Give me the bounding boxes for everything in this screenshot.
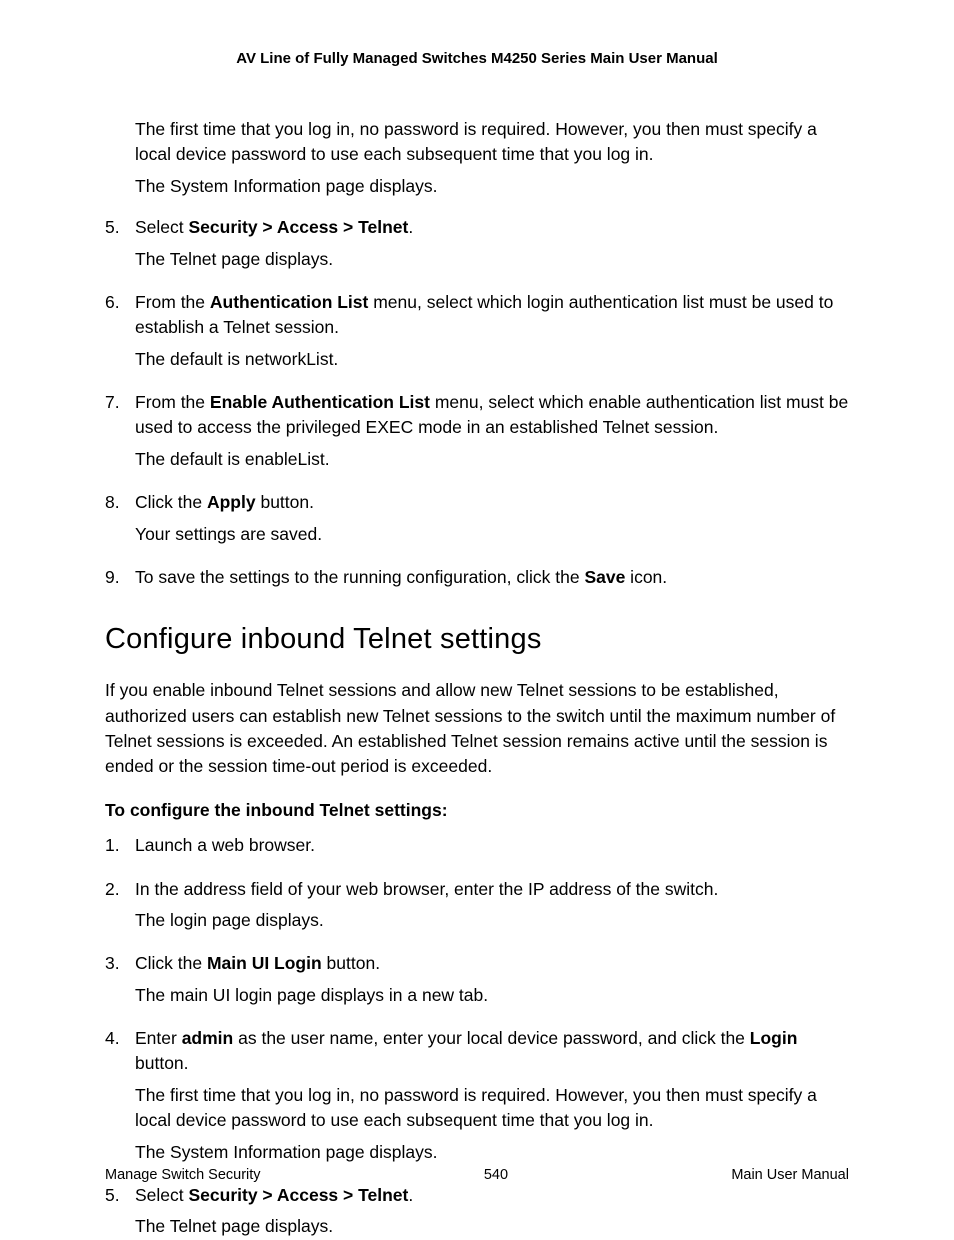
step-text: The default is networkList. bbox=[135, 347, 849, 372]
step-item: 8. Click the Apply button. Your settings a… bbox=[105, 490, 849, 547]
step-number: 5. bbox=[105, 1183, 120, 1208]
bold-text: Login bbox=[750, 1028, 798, 1048]
step-item: 3. Click the Main UI Login button. The mai… bbox=[105, 951, 849, 1008]
step-text: The first time that you log in, no passw… bbox=[135, 1083, 849, 1134]
step-text: Enter admin as the user name, enter your… bbox=[135, 1026, 849, 1077]
bold-text: Main UI Login bbox=[207, 953, 322, 973]
step-text: Click the Apply button. bbox=[135, 490, 849, 515]
bold-text: Enable Authentication List bbox=[210, 392, 430, 412]
step-number: 1. bbox=[105, 833, 120, 858]
intro-paragraph-2: The System Information page displays. bbox=[135, 174, 849, 199]
footer-right: Main User Manual bbox=[731, 1167, 849, 1183]
bold-text: Security > Access > Telnet bbox=[189, 217, 409, 237]
step-item: 7. From the Enable Authentication List me… bbox=[105, 390, 849, 472]
document-page: AV Line of Fully Managed Switches M4250 … bbox=[0, 0, 954, 1235]
top-steps-list: 5. Select Security > Access > Telnet. The … bbox=[105, 215, 849, 590]
page-header-title: AV Line of Fully Managed Switches M4250 … bbox=[105, 50, 849, 67]
body-content: The first time that you log in, no passw… bbox=[105, 117, 849, 1240]
section-heading: Configure inbound Telnet settings bbox=[105, 618, 849, 660]
step-item: 4. Enter admin as the user name, enter yo… bbox=[105, 1026, 849, 1165]
page-footer: Manage Switch Security 540 Main User Man… bbox=[105, 1167, 849, 1183]
section-intro: If you enable inbound Telnet sessions an… bbox=[105, 678, 849, 780]
step-text: Your settings are saved. bbox=[135, 522, 849, 547]
step-text: In the address field of your web browser… bbox=[135, 877, 849, 902]
step-text: The System Information page displays. bbox=[135, 1140, 849, 1165]
step-number: 7. bbox=[105, 390, 120, 415]
step-text: Select Security > Access > Telnet. bbox=[135, 1183, 849, 1208]
step-item: 6. From the Authentication List menu, sel… bbox=[105, 290, 849, 372]
step-text: Click the Main UI Login button. bbox=[135, 951, 849, 976]
step-item: 5. Select Security > Access > Telnet. The … bbox=[105, 1183, 849, 1240]
bold-text: Apply bbox=[207, 492, 256, 512]
step-text: Select Security > Access > Telnet. bbox=[135, 215, 849, 240]
bold-text: Save bbox=[584, 567, 625, 587]
step-item: 9. To save the settings to the running co… bbox=[105, 565, 849, 590]
step-text: The main UI login page displays in a new… bbox=[135, 983, 849, 1008]
step-item: 5. Select Security > Access > Telnet. The … bbox=[105, 215, 849, 272]
bold-text: admin bbox=[182, 1028, 234, 1048]
step-text: Launch a web browser. bbox=[135, 833, 849, 858]
step-number: 6. bbox=[105, 290, 120, 315]
footer-left: Manage Switch Security bbox=[105, 1167, 261, 1183]
bold-text: Authentication List bbox=[210, 292, 368, 312]
step-number: 8. bbox=[105, 490, 120, 515]
footer-page-number: 540 bbox=[484, 1167, 508, 1183]
step-item: 1. Launch a web browser. bbox=[105, 833, 849, 858]
intro-paragraph-1: The first time that you log in, no passw… bbox=[135, 117, 849, 168]
step-text: The Telnet page displays. bbox=[135, 247, 849, 272]
step-text: The login page displays. bbox=[135, 908, 849, 933]
procedure-subheading: To configure the inbound Telnet settings… bbox=[105, 798, 849, 823]
step-number: 9. bbox=[105, 565, 120, 590]
step-number: 2. bbox=[105, 877, 120, 902]
bold-text: Security > Access > Telnet bbox=[189, 1185, 409, 1205]
step-text: From the Authentication List menu, selec… bbox=[135, 290, 849, 341]
step-text: To save the settings to the running conf… bbox=[135, 565, 849, 590]
step-text: The default is enableList. bbox=[135, 447, 849, 472]
step-number: 4. bbox=[105, 1026, 120, 1051]
step-number: 5. bbox=[105, 215, 120, 240]
step-text: From the Enable Authentication List menu… bbox=[135, 390, 849, 441]
step-number: 3. bbox=[105, 951, 120, 976]
step-item: 2. In the address field of your web brows… bbox=[105, 877, 849, 934]
step-text: The Telnet page displays. bbox=[135, 1214, 849, 1239]
